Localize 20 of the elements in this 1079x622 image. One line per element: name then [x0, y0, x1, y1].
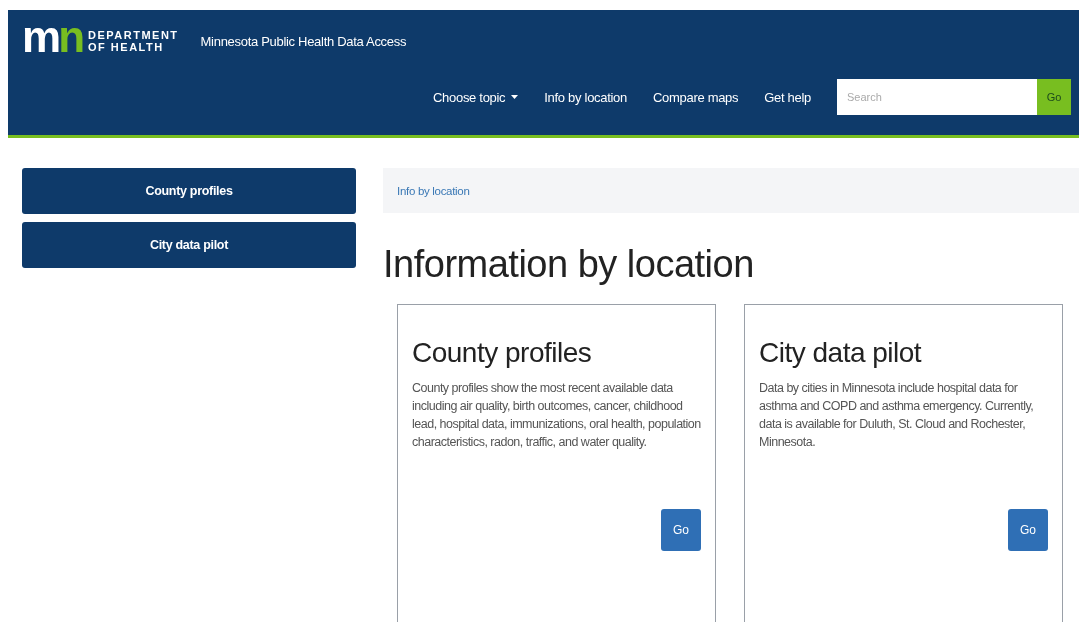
- go-button[interactable]: Go: [661, 509, 701, 551]
- site-title[interactable]: Minnesota Public Health Data Access: [200, 33, 407, 49]
- go-button[interactable]: Go: [1008, 509, 1048, 551]
- sidebar-button[interactable]: City data pilot: [22, 222, 356, 268]
- logo-text: DEPARTMENT: [88, 29, 179, 41]
- card-text: Data by cities in Minnesota include hospital data for asthma and COPD and asthma emergency. Currently, data is available for Duluth, St. Cloud and Rochester, Minnesota.: [759, 380, 1035, 451]
- page-title: Information by location: [383, 243, 755, 286]
- logo-text: OF HEALTH: [88, 41, 165, 53]
- search-field[interactable]: Search: [837, 79, 1037, 115]
- breadcrumb-link[interactable]: Info by location: [397, 184, 470, 197]
- card-title: County profiles: [412, 337, 593, 369]
- logo-mark[interactable]: mn: [22, 15, 82, 59]
- sidebar-button[interactable]: County profiles: [22, 168, 356, 214]
- nav-link[interactable]: Choose topic: [433, 89, 519, 105]
- nav-link[interactable]: Info by location: [544, 89, 627, 105]
- nav-link[interactable]: Compare maps: [652, 89, 739, 105]
- search-button[interactable]: Go: [1037, 79, 1071, 115]
- card-text: County profiles show the most recent available data including air quality, birth outcomes, cancer, childhood lead, hospital data, immunizations, oral health, population characteristics, radon, traffic, and water quality.: [412, 380, 701, 451]
- card-title: City data pilot: [759, 337, 923, 369]
- nav-link[interactable]: Get help: [764, 89, 811, 105]
